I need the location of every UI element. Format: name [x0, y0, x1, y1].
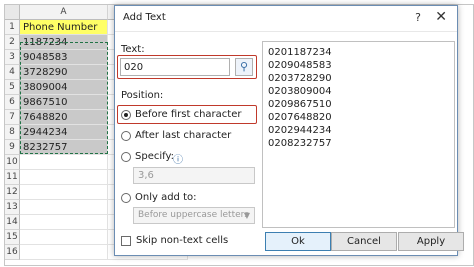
only-add-to-label[interactable]: Only add to: — [135, 192, 197, 203]
row-header[interactable]: 5 — [5, 80, 20, 95]
empty-cell[interactable] — [20, 155, 108, 170]
close-icon[interactable]: ✕ — [435, 9, 447, 25]
phone-cell[interactable]: 2944234 — [20, 125, 108, 140]
phone-cell[interactable]: 1187234 — [20, 35, 108, 50]
text-input[interactable] — [120, 58, 230, 76]
position-label: Position: — [121, 90, 164, 101]
row-header[interactable]: 7 — [5, 110, 20, 125]
apply-button[interactable]: Apply — [398, 232, 464, 251]
empty-cell[interactable] — [20, 230, 108, 245]
radio-only-add-to[interactable] — [121, 193, 131, 203]
preview-list[interactable]: 0201187234 0209048583 0203728290 0203809004… — [262, 41, 455, 228]
phone-cell[interactable]: 3728290 — [20, 65, 108, 80]
preview-line: 0203728290 — [268, 73, 332, 84]
header-cell-phone-number[interactable]: Phone Number — [20, 20, 108, 35]
dialog-titlebar[interactable]: Add Text ? ✕ — [115, 6, 457, 32]
empty-cell[interactable] — [20, 215, 108, 230]
select-all-corner[interactable] — [5, 5, 20, 20]
row-header[interactable]: 3 — [5, 50, 20, 65]
phone-cell[interactable]: 7648820 — [20, 110, 108, 125]
only-add-to-select[interactable]: Before uppercase letters ▼ — [133, 207, 255, 224]
preview-line: 0203809004 — [268, 86, 332, 97]
after-last-character-label[interactable]: After last character — [135, 130, 231, 141]
skip-non-text-label[interactable]: Skip non-text cells — [136, 235, 228, 246]
radio-after-last-character[interactable] — [121, 131, 131, 141]
info-icon[interactable]: ⓘ — [173, 151, 183, 166]
specify-input[interactable]: 3,6 — [133, 167, 255, 184]
row-header[interactable]: 14 — [5, 215, 20, 230]
preview-line: 0202944234 — [268, 125, 332, 136]
phone-cell[interactable]: 3809004 — [20, 80, 108, 95]
help-button[interactable]: ? — [415, 11, 421, 24]
add-text-dialog: Add Text ? ✕ Text: ⚲ Position: Before fi… — [114, 5, 464, 256]
dialog-title: Add Text — [123, 12, 166, 23]
specify-label[interactable]: Specify: — [135, 151, 174, 162]
row-header[interactable]: 15 — [5, 230, 20, 245]
row-header[interactable]: 13 — [5, 200, 20, 215]
before-first-character-label[interactable]: Before first character — [135, 109, 241, 120]
phone-cell[interactable]: 8232757 — [20, 140, 108, 155]
empty-cell[interactable] — [20, 185, 108, 200]
range-picker-icon[interactable]: ⚲ — [235, 58, 253, 76]
radio-before-first-character[interactable] — [121, 110, 131, 120]
row-header[interactable]: 4 — [5, 65, 20, 80]
preview-line: 0209867510 — [268, 99, 332, 110]
column-header-a[interactable]: A — [20, 5, 108, 20]
chevron-down-icon: ▼ — [243, 211, 250, 220]
only-add-to-value: Before uppercase letters — [138, 210, 250, 220]
radio-specify[interactable] — [121, 152, 131, 162]
row-header[interactable]: 9 — [5, 140, 20, 155]
preview-line: 0209048583 — [268, 60, 332, 71]
row-header[interactable]: 1 — [5, 20, 20, 35]
row-header[interactable]: 10 — [5, 155, 20, 170]
preview-line: 0207648820 — [268, 112, 332, 123]
row-header[interactable]: 8 — [5, 125, 20, 140]
row-header[interactable]: 11 — [5, 170, 20, 185]
text-label: Text: — [121, 44, 145, 55]
empty-cell[interactable] — [20, 170, 108, 185]
phone-cell[interactable]: 9867510 — [20, 95, 108, 110]
row-header[interactable]: 2 — [5, 35, 20, 50]
cancel-button[interactable]: Cancel — [331, 232, 397, 251]
phone-cell[interactable]: 9048583 — [20, 50, 108, 65]
empty-cell[interactable] — [20, 245, 108, 260]
skip-non-text-checkbox[interactable] — [121, 236, 131, 246]
preview-line: 0208232757 — [268, 138, 332, 149]
ok-button[interactable]: Ok — [265, 232, 331, 251]
row-header[interactable]: 16 — [5, 245, 20, 260]
preview-line: 0201187234 — [268, 47, 332, 58]
row-header[interactable]: 6 — [5, 95, 20, 110]
empty-cell[interactable] — [20, 200, 108, 215]
row-header[interactable]: 12 — [5, 185, 20, 200]
